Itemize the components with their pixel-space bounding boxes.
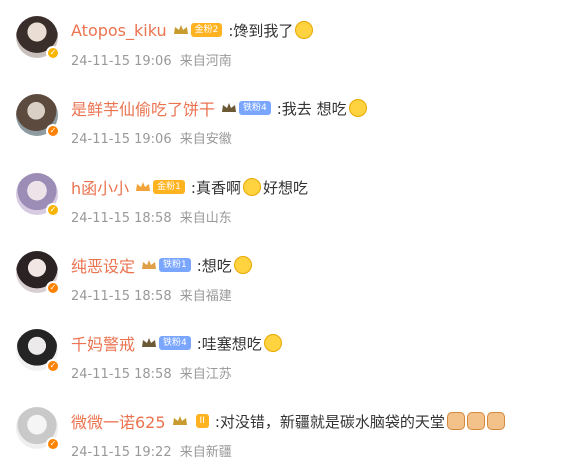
comment-text-after-emoji: 好想吃: [262, 178, 308, 197]
comment-list: ✓ Atopos_kiku 金粉2 :馋到我了 24-11-15 19:06 来…: [0, 0, 582, 470]
comment-location: 来自山东: [179, 211, 232, 226]
comment-location: 来自河南: [179, 54, 232, 69]
comment-location: 来自新疆: [179, 445, 232, 460]
comment-item: ✓ 是鲜芋仙偷吃了饼干 铁粉4 :我去 想吃 24-11-15 19:06 来自…: [0, 84, 582, 154]
comment-location: 来自福建: [179, 289, 232, 304]
verified-badge-icon: ✓: [46, 124, 60, 138]
avatar[interactable]: ✓: [16, 251, 60, 295]
comment-text: :真香啊: [190, 178, 241, 197]
fan-badge: 金粉1: [153, 180, 185, 194]
cat-emoji-icon: [486, 412, 505, 430]
comment-item: ✓ 微微一诺625 II :对没错，新疆就是碳水脑袋的天堂 24-11-15 1…: [0, 397, 582, 467]
avatar[interactable]: ✓: [16, 329, 60, 373]
crown-icon: [141, 337, 157, 349]
smile-emoji-icon: [242, 178, 261, 196]
comment-timestamp: 24-11-15 19:06: [71, 54, 172, 69]
comment-item: ✓ 纯恶设定 铁粉1 :想吃 24-11-15 18:58 来自福建: [0, 241, 582, 311]
fan-badge: 铁粉4: [239, 101, 271, 115]
comment-text: :想吃: [196, 256, 232, 275]
fan-badge: 金粉2: [190, 23, 223, 37]
comment-username[interactable]: 是鲜芋仙偷吃了饼干: [71, 96, 215, 120]
comment-username[interactable]: h函小小: [71, 175, 129, 199]
comment-item: ✓ Atopos_kiku 金粉2 :馋到我了 24-11-15 19:06 来…: [0, 6, 582, 76]
avatar[interactable]: ✓: [16, 94, 60, 138]
fan-badge: 铁粉1: [159, 258, 191, 272]
verified-badge-icon: ✓: [46, 203, 60, 217]
avatar[interactable]: ✓: [16, 16, 60, 60]
verified-badge-icon: ✓: [46, 46, 60, 60]
heart-eyes-emoji-icon: [233, 256, 252, 274]
fan-badge: II: [195, 414, 209, 428]
comment-text: :馋到我了: [228, 21, 294, 40]
verified-badge-icon: ✓: [46, 437, 60, 451]
comment-username[interactable]: 千妈警戒: [71, 331, 135, 355]
comment-timestamp: 24-11-15 18:58: [71, 211, 172, 226]
smile-emoji-icon: [348, 99, 367, 117]
comment-username[interactable]: Atopos_kiku: [71, 21, 167, 40]
avatar[interactable]: ✓: [16, 173, 60, 217]
comment-timestamp: 24-11-15 18:58: [71, 289, 172, 304]
comment-location: 来自安徽: [179, 132, 232, 147]
crown-icon: [172, 415, 194, 427]
comment-item: ✓ 千妈警戒 铁粉4 :哇塞想吃 24-11-15 18:58 来自江苏: [0, 319, 582, 389]
fan-badge: 铁粉4: [159, 336, 191, 350]
verified-badge-icon: ✓: [46, 281, 60, 295]
verified-badge-icon: ✓: [46, 359, 60, 373]
comment-location: 来自江苏: [179, 367, 232, 382]
smile-emoji-icon: [295, 21, 314, 39]
comment-username[interactable]: 微微一诺625: [71, 409, 166, 433]
crown-icon: [173, 24, 189, 36]
comment-item: ✓ h函小小 金粉1 :真香啊 好想吃 24-11-15 18:58 来自山东: [0, 163, 582, 233]
comment-text: :对没错，新疆就是碳水脑袋的天堂: [214, 412, 445, 431]
avatar[interactable]: ✓: [16, 407, 60, 451]
crown-icon: [221, 102, 237, 114]
comment-timestamp: 24-11-15 18:58: [71, 367, 172, 382]
comment-text: :我去 想吃: [276, 99, 347, 118]
cat-emoji-icon: [446, 412, 465, 430]
comment-text: :哇塞想吃: [196, 334, 262, 353]
yum-emoji-icon: [263, 334, 282, 352]
comment-timestamp: 24-11-15 19:22: [71, 445, 172, 460]
crown-icon: [141, 259, 157, 271]
crown-icon: [135, 181, 151, 193]
comment-timestamp: 24-11-15 19:06: [71, 132, 172, 147]
cat-emoji-icon: [466, 412, 485, 430]
comment-username[interactable]: 纯恶设定: [71, 253, 135, 277]
